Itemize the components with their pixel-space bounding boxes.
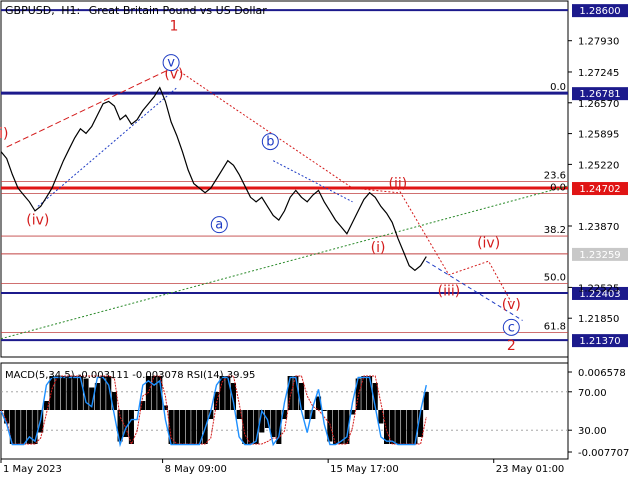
macd-bar-12 (66, 376, 72, 410)
macd-bar-48 (270, 410, 276, 437)
y-tick-label-2: 1.26570 (578, 99, 619, 110)
macd-bar-32 (179, 410, 185, 444)
macd-bar-9 (49, 376, 55, 410)
macd-bar-69 (389, 410, 395, 444)
x-tick-label-3: 23 May 01:00 (496, 464, 565, 475)
macd-bar-14 (77, 376, 83, 410)
macd-bar-44 (247, 410, 254, 444)
macd-bar-13 (72, 376, 78, 410)
y-tick-label-0: 1.27930 (578, 37, 619, 48)
y-tick-label-7: 1.21850 (578, 314, 619, 325)
ind-tick-label-0: 0.006578 (578, 368, 626, 379)
wave-label-blue-1: b (266, 135, 274, 150)
trend-line-green (0, 185, 569, 340)
wave-label-blue-0: v (167, 56, 175, 71)
fib-label-2: 0.0 (550, 183, 566, 194)
ind-tick-label-3: -0.007707 (578, 448, 629, 459)
wave-label-blue-2: a (215, 218, 223, 233)
macd-bar-40 (225, 376, 231, 410)
macd-bar-42 (236, 410, 242, 419)
wave-label-red-2: (iv) (26, 213, 49, 229)
fib-label-0: 0.0 (550, 82, 566, 93)
wave-label-red-9: i) (0, 126, 9, 142)
symbol-label: GBPUSD (5, 4, 51, 17)
symbol-description: Great Britain Pound vs US Dollar (89, 4, 268, 17)
price-series (0, 86, 427, 272)
wave-label-red-3: (ii) (389, 176, 408, 192)
ind-tick-label-2: 30.00 (578, 426, 607, 437)
main-plot-frame (0, 0, 569, 358)
wave-line-3 (176, 69, 398, 194)
y-tick-label-5: 1.23870 (578, 222, 619, 233)
macd-bar-60 (338, 410, 344, 444)
wave-label-red-8: 2 (507, 338, 516, 354)
fib-label-1: 23.6 (544, 171, 566, 182)
wave-label-red-7: (v) (502, 297, 521, 313)
y-tick-label-6: 1.22525 (578, 283, 619, 294)
wave-label-blue-3: c (508, 320, 515, 335)
macd-bar-54 (304, 410, 310, 419)
y-tick-label-1: 1.27245 (578, 68, 619, 79)
wave-label-red-5: (iii) (438, 283, 461, 299)
x-tick-label-2: 15 May 17:00 (330, 464, 399, 475)
y-tick-label-3: 1.25895 (578, 130, 619, 141)
ind-tick-label-1: 70.00 (578, 388, 607, 399)
x-tick-label-1: 8 May 09:00 (165, 464, 227, 475)
fib-label-4: 50.0 (544, 273, 566, 284)
level-badge-text-5: 1.21370 (579, 336, 620, 347)
macd-bar-34 (191, 410, 197, 444)
level-badge-text-2: 1.24702 (579, 184, 620, 195)
level-badge-text-3: 1.23259 (579, 250, 620, 261)
macd-bar-33 (185, 410, 191, 444)
macd-bar-72 (406, 410, 412, 444)
wave-label-red-4: (i) (371, 240, 386, 256)
macd-bar-39 (219, 376, 225, 410)
wave-line-1 (6, 66, 175, 148)
macd-bar-73 (412, 410, 418, 444)
wave-label-red-6: (iv) (477, 235, 500, 251)
macd-bar-11 (60, 376, 66, 410)
macd-bar-4 (21, 410, 27, 444)
y-tick-label-4: 1.25220 (578, 160, 619, 171)
x-tick-label-0: 1 May 2023 (3, 464, 62, 475)
macd-bar-18 (100, 376, 106, 410)
macd-bar-70 (395, 410, 401, 444)
macd-bar-68 (384, 410, 390, 444)
level-badge-text-0: 1.28600 (579, 6, 620, 17)
macd-bar-65 (366, 376, 373, 410)
fib-label-3: 38.2 (544, 225, 566, 236)
wave-label-red-0: 1 (169, 19, 178, 35)
timeframe-label: H1: (61, 4, 80, 17)
macd-bar-3 (15, 410, 21, 444)
indicator-title: MACD(5,34,5) -0.003111 -0.003078 RSI(14)… (5, 370, 255, 381)
macd-bar-71 (401, 410, 407, 444)
chart-header: GBPUSD, H1: Great Britain Pound vs US Do… (5, 4, 267, 17)
gbpusd-chart[interactable]: 0.023.60.038.250.061.81(v)(iv)(ii)(i)(ii… (0, 0, 640, 480)
fib-label-5: 61.8 (544, 321, 566, 332)
macd-bar-31 (174, 410, 180, 444)
